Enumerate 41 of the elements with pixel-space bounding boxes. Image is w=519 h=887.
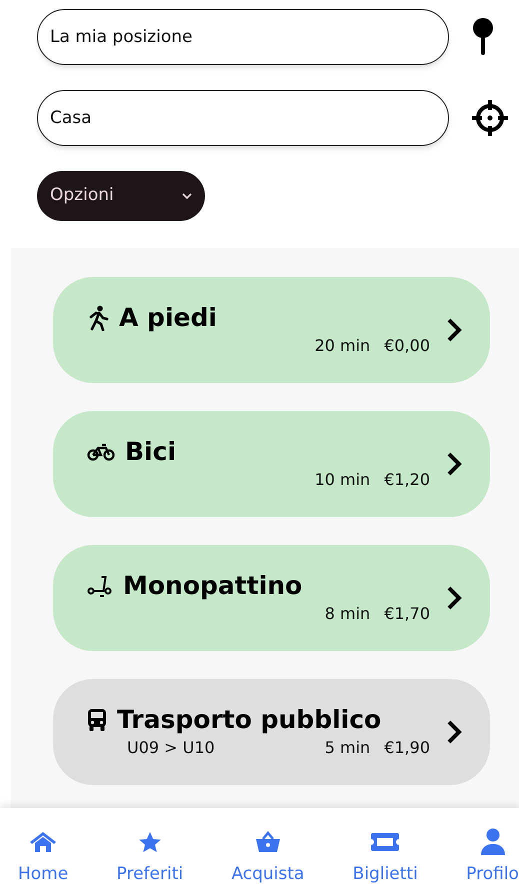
- destination-field[interactable]: Casa: [37, 90, 449, 146]
- route-lines: U09 > U10: [127, 737, 215, 759]
- route-title: Trasporto pubblico: [117, 704, 382, 736]
- route-price: €1,70: [384, 603, 430, 625]
- nav-tab[interactable]: Preferiti: [116, 827, 184, 885]
- nav-tab[interactable]: Acquista: [231, 827, 304, 885]
- route-price: €1,90: [384, 737, 430, 759]
- origin-field[interactable]: La mia posizione: [37, 9, 449, 65]
- route-price: €1,20: [384, 469, 430, 491]
- nav-tab[interactable]: Profilo: [466, 827, 519, 885]
- bus-icon: [87, 708, 107, 732]
- scooter-icon: [87, 574, 113, 598]
- route-option-card[interactable]: A piedi 20 min €0,00: [53, 277, 490, 383]
- bicycle-icon: [87, 443, 115, 461]
- pin-icon[interactable]: [471, 17, 495, 57]
- nav-tab[interactable]: Biglietti: [352, 827, 418, 885]
- route-duration: 8 min: [324, 603, 370, 625]
- route-title: A piedi: [119, 302, 217, 334]
- ticket-icon: [370, 832, 400, 852]
- crosshair-icon[interactable]: [471, 99, 509, 137]
- chevron-right-icon: [446, 719, 462, 745]
- star-icon: [138, 831, 162, 853]
- chevron-right-icon: [446, 317, 462, 343]
- route-option-card[interactable]: Bici 10 min €1,20: [53, 411, 490, 517]
- options-dropdown[interactable]: Opzioni: [37, 171, 205, 221]
- basket-icon: [254, 831, 281, 853]
- route-duration: 10 min: [314, 469, 370, 491]
- nav-tab[interactable]: Home: [18, 827, 68, 885]
- route-title: Monopattino: [123, 570, 302, 602]
- route-title: Bici: [125, 436, 176, 468]
- chevron-right-icon: [446, 585, 462, 611]
- route-option-card[interactable]: Trasporto pubblico U09 > U10 5 min €1,90: [53, 679, 490, 785]
- walking-person-icon: [87, 305, 109, 331]
- route-duration: 5 min: [324, 737, 370, 759]
- chevron-right-icon: [446, 451, 462, 477]
- route-price: €0,00: [384, 335, 430, 357]
- route-duration: 20 min: [314, 335, 370, 357]
- home-icon: [29, 831, 58, 853]
- user-icon: [480, 828, 506, 856]
- chevron-down-icon: [182, 193, 192, 199]
- route-option-card[interactable]: Monopattino 8 min €1,70: [53, 545, 490, 651]
